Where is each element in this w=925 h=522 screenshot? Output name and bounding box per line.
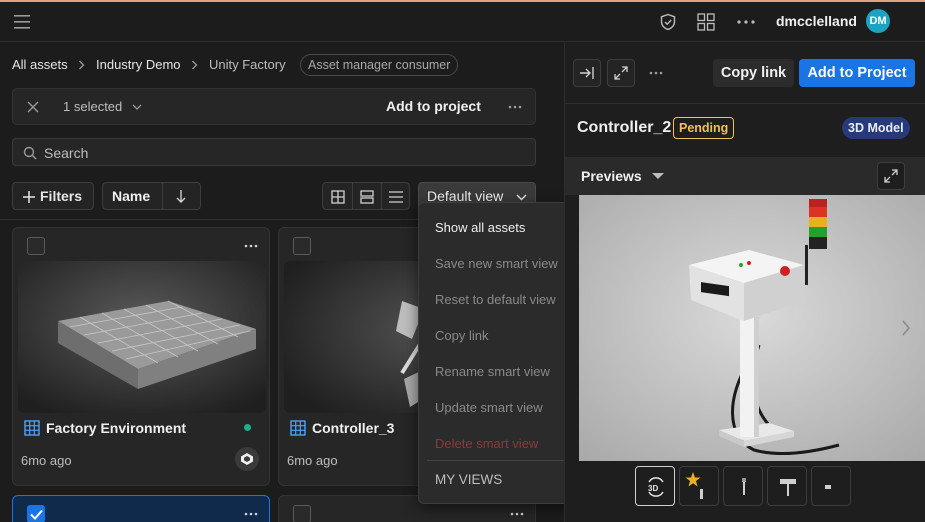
breadcrumb-unity-factory[interactable]: Unity Factory bbox=[209, 57, 286, 72]
unity-badge bbox=[235, 447, 259, 471]
menu-item-save-new-smart-view: Save new smart view bbox=[435, 256, 558, 271]
search-placeholder: Search bbox=[44, 145, 89, 161]
breadcrumb-all-assets[interactable]: All assets bbox=[12, 57, 68, 72]
thumbnail-view-3[interactable] bbox=[767, 466, 807, 506]
more-options-icon[interactable] bbox=[244, 512, 258, 516]
chevron-right-icon bbox=[192, 60, 198, 70]
collapse-right-icon bbox=[580, 67, 594, 79]
divider bbox=[565, 103, 925, 104]
selected-count[interactable]: 1 selected bbox=[63, 99, 122, 114]
asset-thumbnail bbox=[18, 261, 266, 413]
asset-name[interactable]: Controller_3 bbox=[312, 420, 394, 436]
divider bbox=[381, 183, 382, 209]
unity-logo-icon bbox=[241, 453, 253, 465]
plus-icon bbox=[23, 191, 35, 203]
asset-card-selected[interactable] bbox=[12, 495, 270, 522]
expand-icon bbox=[884, 169, 898, 183]
more-options-icon[interactable] bbox=[510, 512, 524, 516]
filters-button[interactable]: Filters bbox=[12, 182, 94, 210]
grid-view-icon[interactable] bbox=[331, 190, 345, 204]
menu-item-copy-link: Copy link bbox=[435, 328, 489, 343]
shield-check-icon[interactable] bbox=[659, 13, 677, 31]
asset-detail-panel: Copy link Add to Project Controller_2 Pe… bbox=[564, 43, 925, 522]
add-to-project-button[interactable]: Add to project bbox=[386, 98, 481, 114]
asset-card[interactable]: Factory Environment 6mo ago bbox=[12, 227, 270, 486]
status-badge: Pending bbox=[673, 117, 735, 139]
more-options-icon[interactable] bbox=[649, 71, 663, 75]
status-dot bbox=[244, 424, 251, 431]
search-icon bbox=[23, 146, 37, 160]
apps-grid-icon[interactable] bbox=[697, 13, 715, 31]
copy-link-button[interactable]: Copy link bbox=[713, 59, 794, 87]
asset-title: Controller_2 bbox=[577, 119, 672, 136]
expand-preview-button[interactable] bbox=[877, 162, 905, 190]
add-to-project-primary-button[interactable]: Add to Project bbox=[799, 59, 915, 87]
asset-name[interactable]: Factory Environment bbox=[46, 420, 186, 436]
menu-item-reset-default-view: Reset to default view bbox=[435, 292, 556, 307]
layout-switcher bbox=[322, 182, 410, 210]
sort-control[interactable]: Name bbox=[102, 182, 201, 210]
asset-age: 6mo ago bbox=[21, 453, 72, 468]
select-checkbox[interactable] bbox=[27, 237, 45, 255]
3d-asset-icon bbox=[290, 420, 306, 436]
model-preview-viewport[interactable] bbox=[579, 195, 925, 461]
collapse-panel-button[interactable] bbox=[573, 59, 601, 87]
chevron-up-icon bbox=[516, 194, 527, 201]
thumbnail-3d-view[interactable]: 3D bbox=[635, 466, 675, 506]
model-side-thumbnail-icon bbox=[742, 478, 746, 495]
divider bbox=[162, 183, 163, 209]
3d-rotate-icon: 3D bbox=[648, 477, 664, 497]
star-icon bbox=[685, 472, 703, 499]
previews-header: Previews bbox=[565, 157, 925, 195]
menu-item-delete-smart-view: Delete smart view bbox=[435, 436, 539, 451]
asset-manager-tag: Asset manager consumer bbox=[300, 54, 459, 76]
type-badge: 3D Model bbox=[842, 117, 910, 139]
username[interactable]: dmcclelland bbox=[776, 13, 857, 29]
thumbnail-view-4[interactable] bbox=[811, 466, 851, 506]
search-input[interactable]: Search bbox=[12, 138, 536, 166]
chevron-down-icon bbox=[132, 104, 142, 110]
more-options-icon[interactable] bbox=[737, 20, 755, 24]
select-checkbox-checked[interactable] bbox=[27, 505, 45, 522]
previews-label[interactable]: Previews bbox=[581, 168, 642, 184]
more-options-icon[interactable] bbox=[508, 105, 522, 109]
view-dropdown-menu: Show all assets Save new smart view Rese… bbox=[418, 202, 582, 504]
chevron-right-icon bbox=[79, 60, 85, 70]
hamburger-menu-icon[interactable] bbox=[14, 15, 30, 29]
arrow-down-icon[interactable] bbox=[176, 190, 186, 203]
divider bbox=[352, 183, 353, 209]
chevron-down-icon[interactable] bbox=[652, 173, 664, 180]
avatar[interactable]: DM bbox=[866, 9, 890, 33]
model-top-thumbnail-icon bbox=[825, 485, 831, 489]
asset-age: 6mo ago bbox=[287, 453, 338, 468]
breadcrumb-industry-demo[interactable]: Industry Demo bbox=[96, 57, 181, 72]
menu-item-update-smart-view: Update smart view bbox=[435, 400, 543, 415]
menu-item-show-all-assets[interactable]: Show all assets bbox=[435, 220, 525, 235]
select-checkbox[interactable] bbox=[293, 505, 311, 522]
model-front-thumbnail-icon bbox=[780, 479, 796, 496]
menu-item-rename-smart-view: Rename smart view bbox=[435, 364, 550, 379]
expand-icon bbox=[614, 66, 628, 80]
menu-divider bbox=[427, 460, 573, 461]
checkmark-icon bbox=[30, 509, 43, 520]
list-view-icon[interactable] bbox=[389, 191, 403, 203]
thumbnail-view-2[interactable] bbox=[723, 466, 763, 506]
top-bar: dmcclelland DM bbox=[0, 2, 925, 42]
thumbnail-favorite[interactable] bbox=[679, 466, 719, 506]
more-options-icon[interactable] bbox=[244, 244, 258, 248]
close-icon[interactable] bbox=[27, 101, 39, 113]
svg-text:3D: 3D bbox=[648, 484, 658, 493]
select-checkbox[interactable] bbox=[293, 237, 311, 255]
3d-asset-icon bbox=[24, 420, 40, 436]
sort-by-name[interactable]: Name bbox=[112, 188, 150, 204]
card-view-icon[interactable] bbox=[360, 190, 374, 204]
selection-bar: 1 selected Add to project bbox=[12, 88, 536, 125]
menu-section-my-views: MY VIEWS bbox=[435, 472, 503, 487]
fullscreen-button[interactable] bbox=[607, 59, 635, 87]
filters-label: Filters bbox=[40, 188, 83, 204]
